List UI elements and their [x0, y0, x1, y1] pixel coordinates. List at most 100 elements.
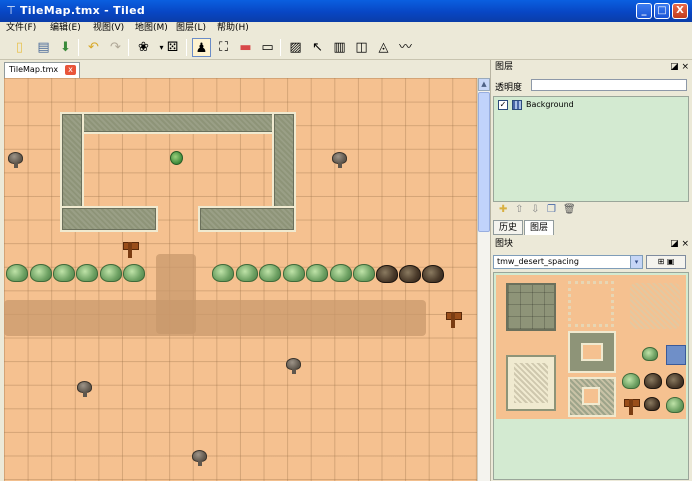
- opacity-slider[interactable]: [531, 79, 687, 91]
- bush: [259, 264, 281, 282]
- menu-file[interactable]: 文件(F): [6, 22, 36, 35]
- close-button[interactable]: X: [672, 3, 688, 19]
- tile-layer-icon: [512, 100, 522, 110]
- maximize-button[interactable]: □: [654, 3, 670, 19]
- stamp-brush-icon[interactable]: ♟: [192, 38, 211, 57]
- cactus: [170, 151, 183, 165]
- tile-wall-corner[interactable]: [568, 331, 616, 373]
- select-objects-icon[interactable]: ↖: [308, 38, 327, 57]
- layer-row-background[interactable]: ✓ Background: [496, 99, 684, 111]
- menu-layer[interactable]: 图层(L): [176, 22, 206, 35]
- bush: [6, 264, 28, 282]
- float-icon[interactable]: ◪: [670, 62, 679, 72]
- rock: [8, 152, 23, 168]
- bush: [283, 264, 305, 282]
- opacity-label: 透明度: [495, 83, 523, 93]
- undo-icon[interactable]: ↶: [84, 38, 103, 57]
- delete-layer-icon[interactable]: 🗑: [563, 204, 576, 215]
- tile-dark-shrub[interactable]: [644, 397, 660, 411]
- image-icon[interactable]: ▨: [286, 38, 305, 57]
- tile-selected[interactable]: [666, 345, 686, 365]
- redo-icon[interactable]: ↷: [106, 38, 125, 57]
- layers-panel-header: 图层 ◪ ×: [493, 61, 691, 73]
- bottom-tabs: 历史 图层: [493, 220, 689, 235]
- bucket-fill-icon[interactable]: ⛶: [214, 38, 233, 57]
- toolbar-separator: [128, 39, 129, 56]
- tab-tilemap[interactable]: TileMap.tmx x: [4, 62, 80, 78]
- dice-icon[interactable]: ⚄: [163, 38, 182, 57]
- tile-wall-block[interactable]: [506, 283, 556, 331]
- insert-rect-icon[interactable]: ◫: [352, 38, 371, 57]
- tile-cactus[interactable]: [642, 347, 658, 361]
- toolbar: ▯ ▤ ⬇ ↶ ↷ ❀ ▾ ⚄ ♟ ⛶ ▬ ▭ ▨ ↖ ▥ ◫ ◬ 〰: [0, 35, 692, 60]
- dead-bush: [422, 265, 444, 283]
- tile-floor-hole: [582, 387, 600, 405]
- tab-layers[interactable]: 图层: [524, 220, 554, 235]
- wall-top: [60, 112, 296, 134]
- rock: [77, 381, 92, 397]
- opacity-row: 透明度: [493, 78, 691, 94]
- move-layer-up-icon[interactable]: ⇧: [515, 204, 523, 215]
- tileset-select[interactable]: tmw_desert_spacing ▾: [493, 255, 643, 269]
- bush: [100, 264, 122, 282]
- rect-select-icon[interactable]: ▭: [258, 38, 277, 57]
- sign-post: [123, 240, 139, 258]
- menu-map[interactable]: 地图(M): [135, 22, 168, 35]
- tile-sign-post[interactable]: [624, 397, 640, 415]
- map-canvas[interactable]: [4, 78, 477, 481]
- stamp-icon[interactable]: ❀: [134, 38, 153, 57]
- layer-list[interactable]: ✓ Background: [493, 96, 689, 202]
- open-icon[interactable]: ▤: [34, 38, 53, 57]
- tile-floor[interactable]: [568, 377, 616, 417]
- bush: [76, 264, 98, 282]
- new-file-icon[interactable]: ▯: [10, 38, 29, 57]
- tab-history[interactable]: 历史: [493, 220, 523, 235]
- menu-view[interactable]: 视图(V): [93, 22, 124, 35]
- insert-polyline-icon[interactable]: 〰: [396, 38, 415, 57]
- close-icon[interactable]: ×: [681, 239, 689, 249]
- tileset-sheet[interactable]: [496, 275, 686, 419]
- menu-help[interactable]: 帮助(H): [217, 22, 249, 35]
- layers-panel-title: 图层: [495, 62, 514, 72]
- toolbar-separator: [78, 39, 79, 56]
- tile-dead-bush[interactable]: [644, 373, 662, 389]
- bush: [236, 264, 258, 282]
- visibility-checkbox[interactable]: ✓: [498, 100, 508, 110]
- map-vertical-scrollbar[interactable]: ▲: [477, 78, 490, 481]
- dead-bush: [376, 265, 398, 283]
- bush: [330, 264, 352, 282]
- minimize-button[interactable]: _: [636, 3, 652, 19]
- close-icon[interactable]: x: [65, 65, 76, 75]
- close-icon[interactable]: ×: [681, 62, 689, 72]
- duplicate-layer-icon[interactable]: ❐: [547, 204, 556, 215]
- float-icon[interactable]: ◪: [670, 239, 679, 249]
- tile-sand-pattern[interactable]: [630, 283, 680, 329]
- menu-edit[interactable]: 编辑(E): [50, 22, 81, 35]
- bush: [306, 264, 328, 282]
- tile-light-wall[interactable]: [506, 355, 556, 411]
- save-icon[interactable]: ⬇: [56, 38, 75, 57]
- scroll-up-icon[interactable]: ▲: [478, 78, 490, 91]
- chevron-down-icon[interactable]: ▾: [630, 256, 642, 268]
- tileset-panel-header: 图块 ◪ ×: [493, 238, 691, 250]
- scroll-thumb[interactable]: [478, 92, 490, 232]
- edit-polygon-icon[interactable]: ▥: [330, 38, 349, 57]
- tile-green-shrub[interactable]: [666, 397, 684, 413]
- tileset-select-value: tmw_desert_spacing: [497, 257, 579, 266]
- new-layer-icon[interactable]: ✚: [499, 204, 507, 215]
- eraser-icon[interactable]: ▬: [236, 38, 255, 57]
- tile-bush[interactable]: [622, 373, 640, 389]
- rock: [192, 450, 207, 466]
- tile-dead-bush[interactable]: [666, 373, 684, 389]
- tileset-panel-title: 图块: [495, 239, 514, 249]
- bush: [53, 264, 75, 282]
- move-layer-down-icon[interactable]: ⇩: [531, 204, 539, 215]
- tileset-view[interactable]: [493, 272, 689, 480]
- bush: [123, 264, 145, 282]
- tileset-options-button[interactable]: ⊞ ▣: [646, 255, 686, 269]
- insert-polygon-icon[interactable]: ◬: [374, 38, 393, 57]
- window-title: TileMap.tmx - Tiled: [20, 4, 146, 17]
- tile-sand-border[interactable]: [568, 281, 614, 327]
- menu-bar: 文件(F) 编辑(E) 视图(V) 地图(M) 图层(L) 帮助(H): [0, 22, 692, 35]
- sand-path-vertical: [156, 254, 196, 334]
